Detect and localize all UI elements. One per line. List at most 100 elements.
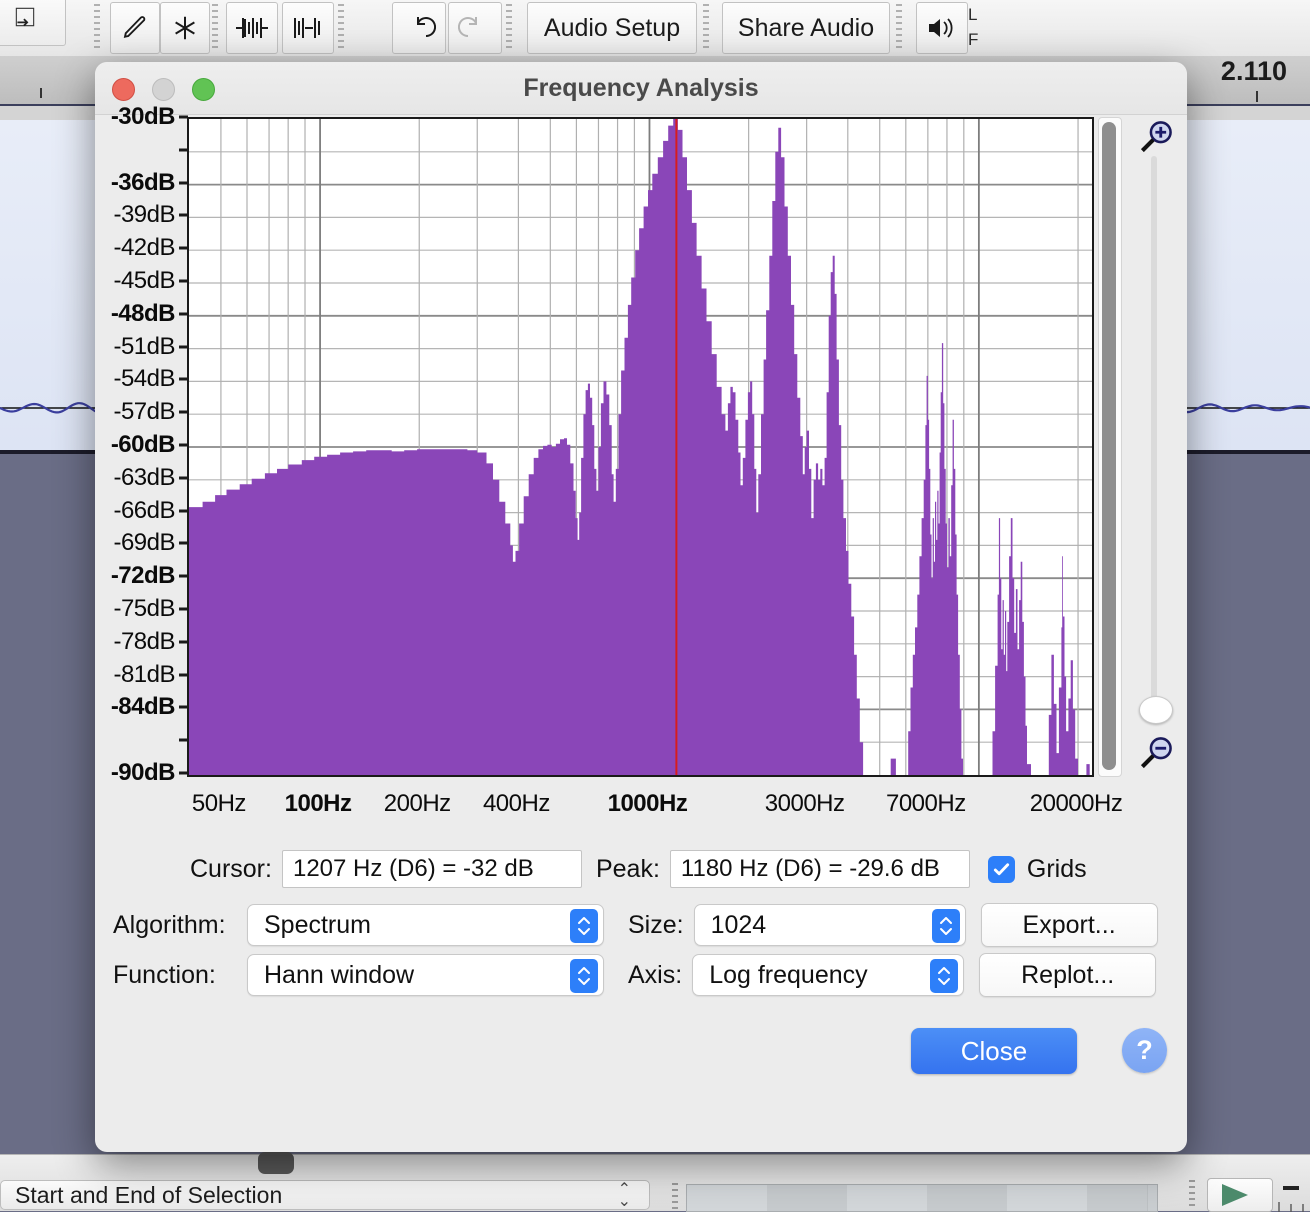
main-toolbar: Audio Setup Share Audio L F	[0, 0, 1310, 57]
plot-vertical-scrollbar[interactable]	[1098, 117, 1122, 777]
chevron-updown-icon	[578, 917, 590, 935]
help-button[interactable]: ?	[1122, 1028, 1167, 1073]
export-button[interactable]: Export...	[980, 903, 1158, 947]
trim-audio-button[interactable]	[226, 2, 278, 54]
spectrum-plot-area: -30dB -36dB -39dB -42dB -45dB -48dB -51dB -54dB…	[95, 103, 1187, 844]
timeline-time-label: 2.110	[1220, 56, 1287, 86]
x-axis-tick-label: 50Hz	[191, 790, 247, 817]
function-row: Function: Hann window Axis: Log frequenc…	[95, 950, 1187, 1000]
zoom-slider-track[interactable]	[1151, 156, 1157, 716]
x-axis-labels: 50Hz 100Hz 200Hz 400Hz 1000Hz 3000Hz 7000Hz 200…	[187, 786, 1123, 830]
size-label: Size:	[628, 910, 684, 939]
chevron-updown-icon	[938, 967, 951, 985]
undo-arrow-icon	[417, 17, 436, 38]
x-axis-tick-label: 3000Hz	[764, 790, 845, 817]
algorithm-row: Algorithm: Spectrum Size: 1024 Export...	[95, 900, 1187, 950]
dialog-title: Frequency Analysis	[523, 74, 759, 102]
y-axis-tick-label: -81dB	[113, 660, 175, 688]
y-axis-tick-label: -84dB	[110, 693, 176, 721]
chevron-updown-icon	[939, 917, 952, 935]
redo-button[interactable]	[448, 2, 502, 54]
audio-setup-button[interactable]: Audio Setup	[527, 2, 697, 54]
undo-button[interactable]	[392, 2, 446, 54]
y-axis-tick-label: -90dB	[110, 759, 176, 786]
peak-value-field[interactable]: 1180 Hz (D6) = -29.6 dB	[669, 850, 970, 888]
spectrum-plot[interactable]	[187, 117, 1094, 777]
zoom-slider-column[interactable]	[1127, 114, 1183, 794]
cursor-label: Cursor:	[190, 854, 272, 883]
timeline-tick-major	[1256, 91, 1258, 102]
x-axis-tick-label: 20000Hz	[1029, 790, 1123, 817]
toolbar-grip-1[interactable]	[94, 4, 100, 50]
algorithm-label: Algorithm:	[113, 910, 226, 939]
magnifier-minus-icon[interactable]	[1137, 734, 1175, 772]
frequency-analysis-dialog[interactable]: Frequency Analysis -30dB -36dB -39dB -42dB -…	[95, 62, 1187, 1152]
y-axis-tick-label: -42dB	[113, 234, 175, 262]
toolbar-grip-5[interactable]	[703, 4, 709, 50]
axis-select[interactable]: Log frequency	[692, 954, 965, 996]
cursor-value-field[interactable]: 1207 Hz (D6) = -32 dB	[281, 850, 582, 888]
meter-scale	[686, 1184, 1158, 1212]
toolbar-grip-3[interactable]	[338, 4, 344, 50]
meter-toolbar[interactable]	[672, 1180, 1170, 1212]
zoom-slider-knob[interactable]	[1139, 696, 1173, 724]
channel-label-f: F	[968, 30, 979, 49]
function-stepper-icon[interactable]	[570, 959, 598, 993]
algorithm-stepper-icon[interactable]	[570, 909, 598, 943]
audio-setup-label: Audio Setup	[543, 13, 681, 42]
size-select[interactable]: 1024	[693, 904, 966, 946]
share-audio-button[interactable]: Share Audio	[722, 2, 890, 54]
selection-toolbar-label: Start and End of Selection	[15, 1181, 283, 1208]
toolbar-grip-4[interactable]	[506, 4, 512, 50]
playback-meter-button[interactable]	[916, 2, 968, 54]
replot-button[interactable]: Replot...	[979, 953, 1157, 997]
pencil-icon	[123, 16, 146, 38]
y-axis-labels: -30dB -36dB -39dB -42dB -45dB -48dB -51dB -54dB…	[95, 103, 188, 834]
share-audio-label: Share Audio	[737, 13, 875, 42]
x-axis-tick-label: 1000Hz	[607, 790, 688, 817]
y-axis-tick-label: -78dB	[113, 627, 175, 655]
close-button[interactable]: Close	[911, 1028, 1077, 1074]
y-axis-tick-label: -54dB	[113, 365, 175, 393]
algorithm-select[interactable]: Spectrum	[247, 904, 604, 946]
dialog-footer: Close ?	[95, 1028, 1187, 1088]
transport-grip[interactable]	[1189, 1180, 1195, 1208]
x-axis-tick-label: 7000Hz	[885, 790, 966, 817]
grids-checkbox[interactable]	[987, 855, 1015, 883]
multi-tool-button[interactable]	[160, 2, 210, 54]
y-axis-tick-label: -48dB	[110, 299, 176, 327]
play-button[interactable]	[1207, 1178, 1273, 1212]
scrollbar-thumb[interactable]	[1102, 122, 1116, 770]
channel-label-l: L	[968, 5, 978, 24]
function-select[interactable]: Hann window	[247, 954, 604, 996]
meter-grip[interactable]	[672, 1183, 678, 1209]
selection-chevron-icon[interactable]: ⌃ ⌄	[618, 1182, 631, 1210]
chevron-updown-icon	[578, 967, 590, 985]
silence-audio-button[interactable]	[282, 2, 334, 54]
y-axis-tick-label: -60dB	[110, 431, 176, 458]
y-axis-tick-label: -63dB	[113, 463, 175, 491]
y-axis-tick-label: -69dB	[113, 529, 175, 557]
selection-toolbar[interactable]: Start and End of Selection ⌃ ⌄	[0, 1180, 650, 1210]
toolbar-grip-2[interactable]	[212, 4, 218, 50]
grids-label: Grids	[1026, 854, 1087, 883]
y-axis-tick-label: -72dB	[110, 562, 176, 590]
draw-tool-button[interactable]	[110, 2, 160, 54]
y-axis-tick-label: -57dB	[113, 398, 175, 426]
selection-tool-button[interactable]	[0, 0, 66, 46]
size-stepper-icon[interactable]	[931, 909, 960, 943]
checkmark-icon	[993, 862, 1010, 875]
cursor-peak-row: Cursor: 1207 Hz (D6) = -32 dB Peak: 1180…	[95, 846, 1187, 892]
window-resize-handle[interactable]	[258, 1152, 294, 1174]
transport-toolbar[interactable]	[1185, 1178, 1310, 1212]
function-value: Hann window	[264, 960, 415, 989]
axis-stepper-icon[interactable]	[930, 959, 959, 993]
channel-labels: L F	[968, 2, 996, 54]
function-label: Function:	[113, 960, 216, 989]
magnifier-plus-icon[interactable]	[1137, 118, 1175, 156]
dialog-titlebar[interactable]: Frequency Analysis	[95, 62, 1187, 115]
axis-value: Log frequency	[709, 960, 868, 989]
y-axis-tick-label: -51dB	[113, 332, 175, 360]
stop-dash-icon	[1283, 1186, 1299, 1190]
toolbar-grip-6[interactable]	[896, 4, 902, 50]
